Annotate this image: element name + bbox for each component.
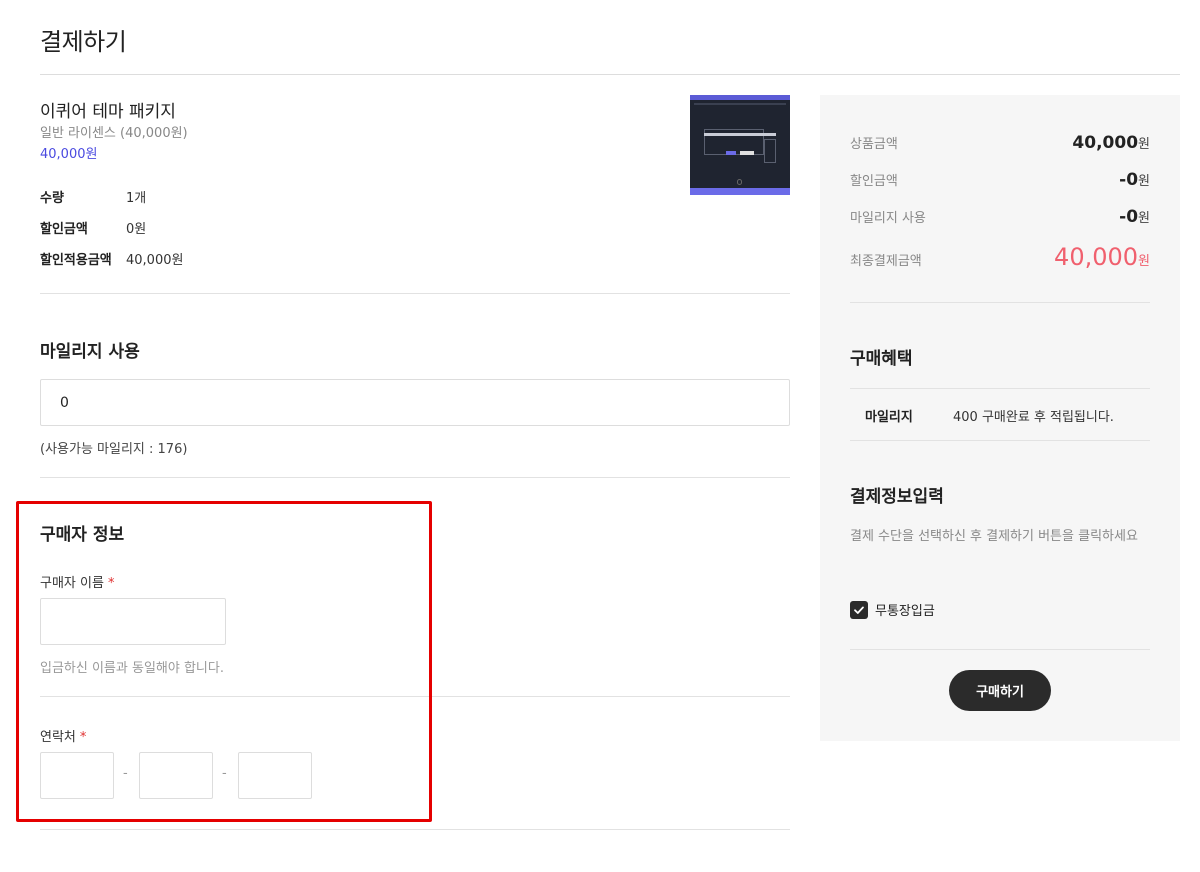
benefit-title: 구매혜택	[850, 349, 913, 369]
summary-value: 40,000원	[1072, 133, 1150, 153]
phone-input-3[interactable]	[238, 752, 312, 799]
required-mark: *	[107, 576, 115, 591]
summary-label: 할인금액	[850, 174, 898, 189]
title-divider	[40, 74, 1180, 75]
product-option: 일반 라이센스 (40,000원)	[40, 126, 188, 141]
panel-divider	[850, 302, 1150, 303]
section-divider	[40, 477, 790, 478]
phone-label-text: 연락처	[40, 730, 76, 745]
summary-row-mileage: 마일리지 사용 -0원	[850, 207, 1150, 227]
mileage-available-note: (사용가능 마일리지 : 176)	[40, 442, 188, 457]
summary-label: 최종결제금액	[850, 254, 922, 269]
final-amount-value: 40,000원	[1054, 243, 1150, 271]
detail-label: 할인금액	[40, 222, 88, 237]
detail-value: 1개	[126, 191, 147, 206]
detail-row-quantity: 수량 1개	[40, 187, 146, 206]
product-thumbnail	[690, 95, 790, 195]
summary-row-product-amount: 상품금액 40,000원	[850, 133, 1150, 153]
buyer-name-label-text: 구매자 이름	[40, 576, 104, 591]
payment-info-title: 결제정보입력	[850, 487, 944, 507]
checkbox-checked-icon[interactable]	[850, 600, 868, 619]
benefit-value: 400 구매완료 후 적립됩니다.	[953, 410, 1114, 425]
summary-row-final-amount: 최종결제금액 40,000원	[850, 243, 1150, 271]
buyer-info-title: 구매자 정보	[40, 525, 125, 545]
product-name: 이퀴어 테마 패키지	[40, 102, 176, 122]
mileage-title: 마일리지 사용	[40, 342, 140, 362]
purchase-button[interactable]: 구매하기	[949, 670, 1051, 711]
required-mark: *	[79, 730, 87, 745]
detail-label: 할인적용금액	[40, 253, 112, 268]
section-divider	[40, 293, 790, 294]
detail-value: 0원	[126, 222, 147, 237]
field-divider	[40, 696, 790, 697]
summary-value: -0원	[1119, 170, 1150, 190]
panel-divider	[850, 649, 1150, 650]
detail-row-discounted-price: 할인적용금액 40,000원	[40, 249, 183, 268]
phone-input-1[interactable]	[40, 752, 114, 799]
phone-separator: -	[123, 766, 128, 781]
section-divider	[40, 829, 790, 830]
payment-method-bank-transfer[interactable]: 무통장입금	[850, 600, 935, 619]
page-title: 결제하기	[40, 28, 127, 56]
mileage-input[interactable]	[40, 379, 790, 426]
payment-method-label: 무통장입금	[875, 604, 935, 619]
order-summary-panel: 상품금액 40,000원 할인금액 -0원 마일리지 사용 -0원 최종결제금액…	[820, 95, 1180, 741]
detail-value: 40,000원	[126, 253, 184, 268]
product-price: 40,000원	[40, 147, 98, 162]
phone-input-2[interactable]	[139, 752, 213, 799]
benefit-label: 마일리지	[865, 410, 913, 425]
buyer-name-input[interactable]	[40, 598, 226, 645]
buyer-name-help: 입금하신 이름과 동일해야 합니다.	[40, 661, 224, 676]
payment-description: 결제 수단을 선택하신 후 결제하기 버튼을 클릭하세요	[850, 529, 1138, 544]
detail-label: 수량	[40, 191, 64, 206]
summary-label: 상품금액	[850, 137, 898, 152]
phone-separator: -	[222, 766, 227, 781]
summary-row-discount: 할인금액 -0원	[850, 170, 1150, 190]
panel-divider	[850, 440, 1150, 441]
summary-label: 마일리지 사용	[850, 211, 926, 226]
phone-label: 연락처 *	[40, 726, 86, 745]
detail-row-discount: 할인금액 0원	[40, 218, 146, 237]
benefit-row: 마일리지 400 구매완료 후 적립됩니다.	[865, 406, 1114, 425]
summary-value: -0원	[1119, 207, 1150, 227]
buyer-name-label: 구매자 이름 *	[40, 572, 114, 591]
panel-divider	[850, 388, 1150, 389]
